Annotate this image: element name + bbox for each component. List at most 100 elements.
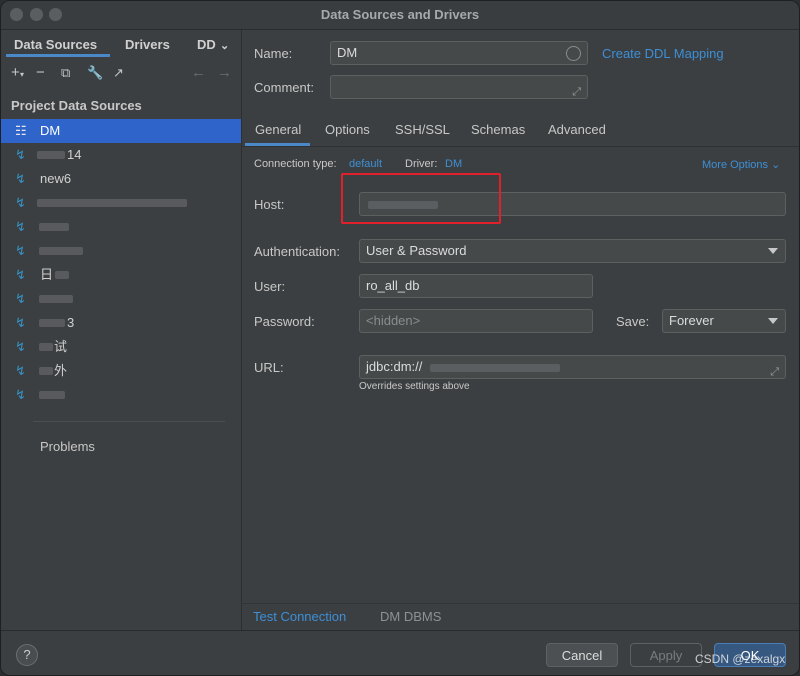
redacted-text: [37, 199, 187, 207]
list-item-label: 日: [40, 267, 54, 282]
back-arrow-icon[interactable]: ←: [191, 64, 206, 81]
save-select[interactable]: Forever: [662, 309, 786, 333]
redacted-text: [39, 223, 69, 231]
dropdown-arrow-icon: [768, 248, 778, 254]
save-value: Forever: [669, 313, 714, 328]
active-tab-indicator: [6, 54, 110, 57]
list-item[interactable]: ↯: [1, 215, 241, 239]
title-bar: Data Sources and Drivers: [1, 1, 799, 30]
name-field-value: DM: [337, 45, 358, 60]
test-connection-link[interactable]: Test Connection: [253, 609, 346, 624]
list-item-label: 外: [54, 363, 68, 378]
database-icon: ↯: [15, 315, 26, 330]
database-icon: ↯: [15, 243, 26, 258]
connection-type-label: Connection type:: [254, 158, 337, 170]
database-icon: ↯: [15, 291, 26, 306]
dm-database-icon: ☷: [15, 123, 27, 138]
database-icon: ↯: [15, 171, 26, 186]
list-item-label: 14: [67, 147, 82, 162]
tab-ddl[interactable]: DD: [197, 37, 216, 52]
list-item-label: new6: [40, 171, 72, 186]
chevron-down-icon[interactable]: ⌄: [220, 39, 229, 52]
create-ddl-mapping-link[interactable]: Create DDL Mapping: [602, 46, 724, 61]
name-label: Name:: [254, 46, 293, 61]
sidebar-tabs: Data Sources Drivers DD ⌄: [1, 30, 241, 58]
password-label: Password:: [254, 314, 315, 329]
tab-options[interactable]: Options: [325, 122, 370, 137]
list-item-label: 试: [54, 339, 68, 354]
more-options-link[interactable]: More Options ⌄: [702, 158, 780, 171]
user-label: User:: [254, 279, 286, 294]
help-button[interactable]: ?: [16, 644, 38, 666]
list-item[interactable]: ☷ DM: [1, 119, 241, 143]
comment-field[interactable]: ⤢: [330, 75, 588, 99]
apply-button[interactable]: Apply: [630, 643, 702, 667]
navigate-icon[interactable]: ↗: [113, 65, 124, 81]
list-item[interactable]: ↯: [1, 239, 241, 263]
dropdown-arrow-icon: [768, 318, 778, 324]
main-panel: Name: DM Create DDL Mapping Comment: ⤢ G…: [242, 30, 799, 630]
list-item[interactable]: ↯ 日: [1, 263, 241, 287]
url-value: jdbc:dm://: [366, 359, 423, 374]
host-label: Host:: [254, 197, 285, 212]
list-item[interactable]: ↯: [1, 287, 241, 311]
tab-advanced[interactable]: Advanced: [548, 122, 606, 137]
database-icon: ↯: [15, 195, 26, 210]
user-field[interactable]: ro_all_db: [359, 274, 593, 298]
tab-general[interactable]: General: [255, 122, 301, 137]
chevron-down-icon: ⌄: [771, 159, 781, 171]
watermark-text: CSDN @zexalgx: [695, 652, 786, 666]
name-field[interactable]: DM: [330, 41, 588, 65]
url-label: URL:: [254, 360, 284, 375]
connection-type-link[interactable]: default: [349, 158, 382, 170]
redacted-text: [430, 364, 560, 372]
list-item[interactable]: ↯: [1, 383, 241, 407]
problems-item[interactable]: Problems: [40, 439, 95, 454]
dialog-footer: ? Cancel Apply OK CSDN @zexalgx: [1, 630, 799, 675]
tab-data-sources[interactable]: Data Sources: [14, 37, 97, 52]
list-item[interactable]: ↯ 试: [1, 335, 241, 359]
tab-schemas[interactable]: Schemas: [471, 122, 525, 137]
driver-link[interactable]: DM: [445, 158, 462, 170]
dm-dbms-label: DM DBMS: [380, 609, 442, 624]
wrench-icon[interactable]: 🔧: [87, 65, 103, 81]
redacted-text: [39, 295, 73, 303]
add-dropdown-icon[interactable]: ▾: [20, 70, 24, 79]
expand-icon[interactable]: ⤢: [572, 81, 581, 103]
data-source-list: ☷ DM ↯ 14 ↯ new6 ↯ ↯ ↯ ↯ 日 ↯ ↯ 3 ↯ 试 ↯ 外…: [1, 119, 241, 407]
forward-arrow-icon[interactable]: →: [217, 64, 232, 81]
active-tab-indicator: [245, 143, 310, 146]
color-circle-icon[interactable]: [566, 46, 581, 61]
list-item[interactable]: ↯: [1, 191, 241, 215]
list-item[interactable]: ↯ 3: [1, 311, 241, 335]
list-item[interactable]: ↯ new6: [1, 167, 241, 191]
duplicate-icon[interactable]: ⧉: [61, 65, 70, 81]
url-field[interactable]: jdbc:dm:// ⤢: [359, 355, 786, 379]
tab-drivers[interactable]: Drivers: [125, 37, 170, 52]
list-item-label: 3: [67, 315, 75, 330]
save-label: Save:: [616, 314, 650, 329]
redacted-text: [37, 151, 65, 159]
main-bottom-bar: Test Connection DM DBMS: [242, 603, 799, 631]
remove-icon[interactable]: −: [36, 64, 45, 81]
database-icon: ↯: [15, 363, 26, 378]
driver-label: Driver:: [405, 158, 438, 170]
tab-ssh-ssl[interactable]: SSH/SSL: [395, 122, 450, 137]
authentication-select[interactable]: User & Password: [359, 239, 786, 263]
cancel-button[interactable]: Cancel: [546, 643, 618, 667]
list-item[interactable]: ↯ 外: [1, 359, 241, 383]
database-icon: ↯: [15, 387, 26, 402]
dialog-window: Data Sources and Drivers Data Sources Dr…: [0, 0, 800, 676]
expand-icon[interactable]: ⤢: [770, 361, 779, 383]
database-icon: ↯: [15, 267, 26, 282]
add-icon[interactable]: +: [11, 64, 20, 81]
database-icon: ↯: [15, 147, 26, 162]
list-item[interactable]: ↯ 14: [1, 143, 241, 167]
list-item-label: DM: [40, 123, 61, 138]
redacted-text: [39, 319, 65, 327]
database-icon: ↯: [15, 219, 26, 234]
password-field[interactable]: <hidden>: [359, 309, 593, 333]
authentication-value: User & Password: [366, 243, 467, 258]
sidebar: Data Sources Drivers DD ⌄ + ▾ − ⧉ 🔧 ↗ ← …: [1, 30, 242, 630]
user-value: ro_all_db: [366, 278, 420, 293]
